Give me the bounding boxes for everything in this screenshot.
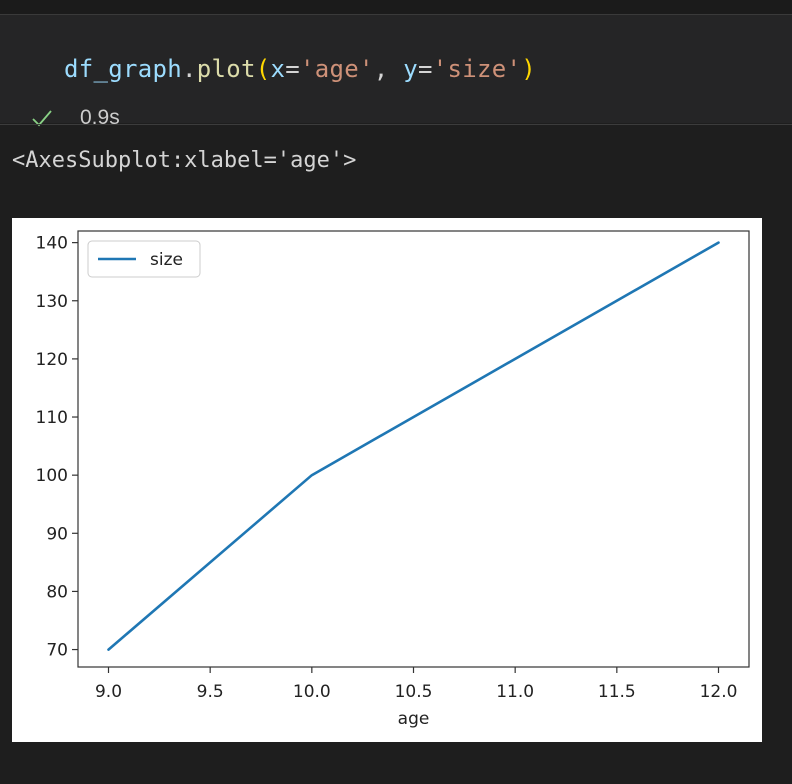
code-arg-y-name: y [403,55,418,83]
line-chart: 70 80 90 100 110 120 130 140 9.0 9.5 10.0 10.5 11.0 1… [36,230,750,729]
x-tick-label: 9.5 [197,682,224,702]
series-line-size [107,241,720,651]
code-comma: , [373,55,404,83]
code-function: plot [196,55,256,83]
code-close-paren: ) [521,55,536,83]
execution-status: 0.9s [30,103,120,133]
x-tick-label: 10.0 [293,682,331,702]
code-open-paren: ( [255,55,271,83]
axes-frame [77,230,750,668]
top-cell-border [0,0,792,15]
y-tick-label: 90 [46,524,68,544]
code-cell[interactable]: df_graph.plot(x='age', y='size') 0.9s [0,15,792,129]
y-tick-label: 130 [36,292,68,312]
output-repr: <AxesSubplot:xlabel='age'> [12,148,357,173]
code-equals: = [418,55,433,83]
code-equals: = [285,55,300,83]
y-tick-label: 100 [36,466,68,486]
code-arg-y-value: 'size' [432,55,522,83]
y-tick-label: 140 [36,234,68,254]
code-dot: . [182,55,197,83]
y-tick-label: 120 [36,350,68,370]
check-icon [32,110,52,127]
x-tick-label: 11.0 [496,682,534,702]
notebook-page: df_graph.plot(x='age', y='size') 0.9s <A… [0,0,792,784]
code-arg-x-name: x [270,55,286,83]
execution-time: 0.9s [80,106,120,129]
code-variable: df_graph [64,55,182,83]
x-axis-label: age [398,709,430,729]
code-arg-x-value: 'age' [300,55,374,83]
code-line[interactable]: df_graph.plot(x='age', y='size') [64,55,536,83]
legend-label: size [150,250,183,270]
y-tick-label: 70 [46,641,68,661]
x-tick-label: 11.5 [598,682,636,702]
y-tick-label: 110 [36,408,68,428]
y-tick-label: 80 [46,582,68,602]
x-tick-label: 12.0 [700,682,738,702]
cell-divider [0,124,792,125]
plot-output: 70 80 90 100 110 120 130 140 9.0 9.5 10.0 10.5 11.0 1… [12,218,762,742]
x-tick-label: 9.0 [95,682,122,702]
x-tick-label: 10.5 [395,682,433,702]
